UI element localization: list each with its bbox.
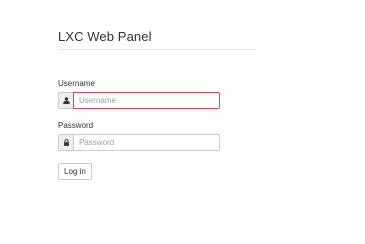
username-input[interactable] — [73, 92, 220, 109]
password-input-group — [58, 134, 220, 151]
login-button[interactable]: Log in — [58, 163, 92, 180]
password-form-group: Password — [58, 121, 220, 151]
username-form-group: Username — [58, 79, 220, 109]
username-label: Username — [58, 79, 95, 88]
username-input-group — [58, 92, 220, 109]
title-divider — [58, 49, 256, 50]
page-title: LXC Web Panel — [58, 29, 152, 44]
user-icon — [58, 92, 73, 109]
login-panel: LXC Web Panel Username Password Log in — [58, 29, 256, 180]
lock-icon — [58, 134, 73, 151]
password-label: Password — [58, 121, 94, 130]
password-input[interactable] — [73, 134, 220, 151]
